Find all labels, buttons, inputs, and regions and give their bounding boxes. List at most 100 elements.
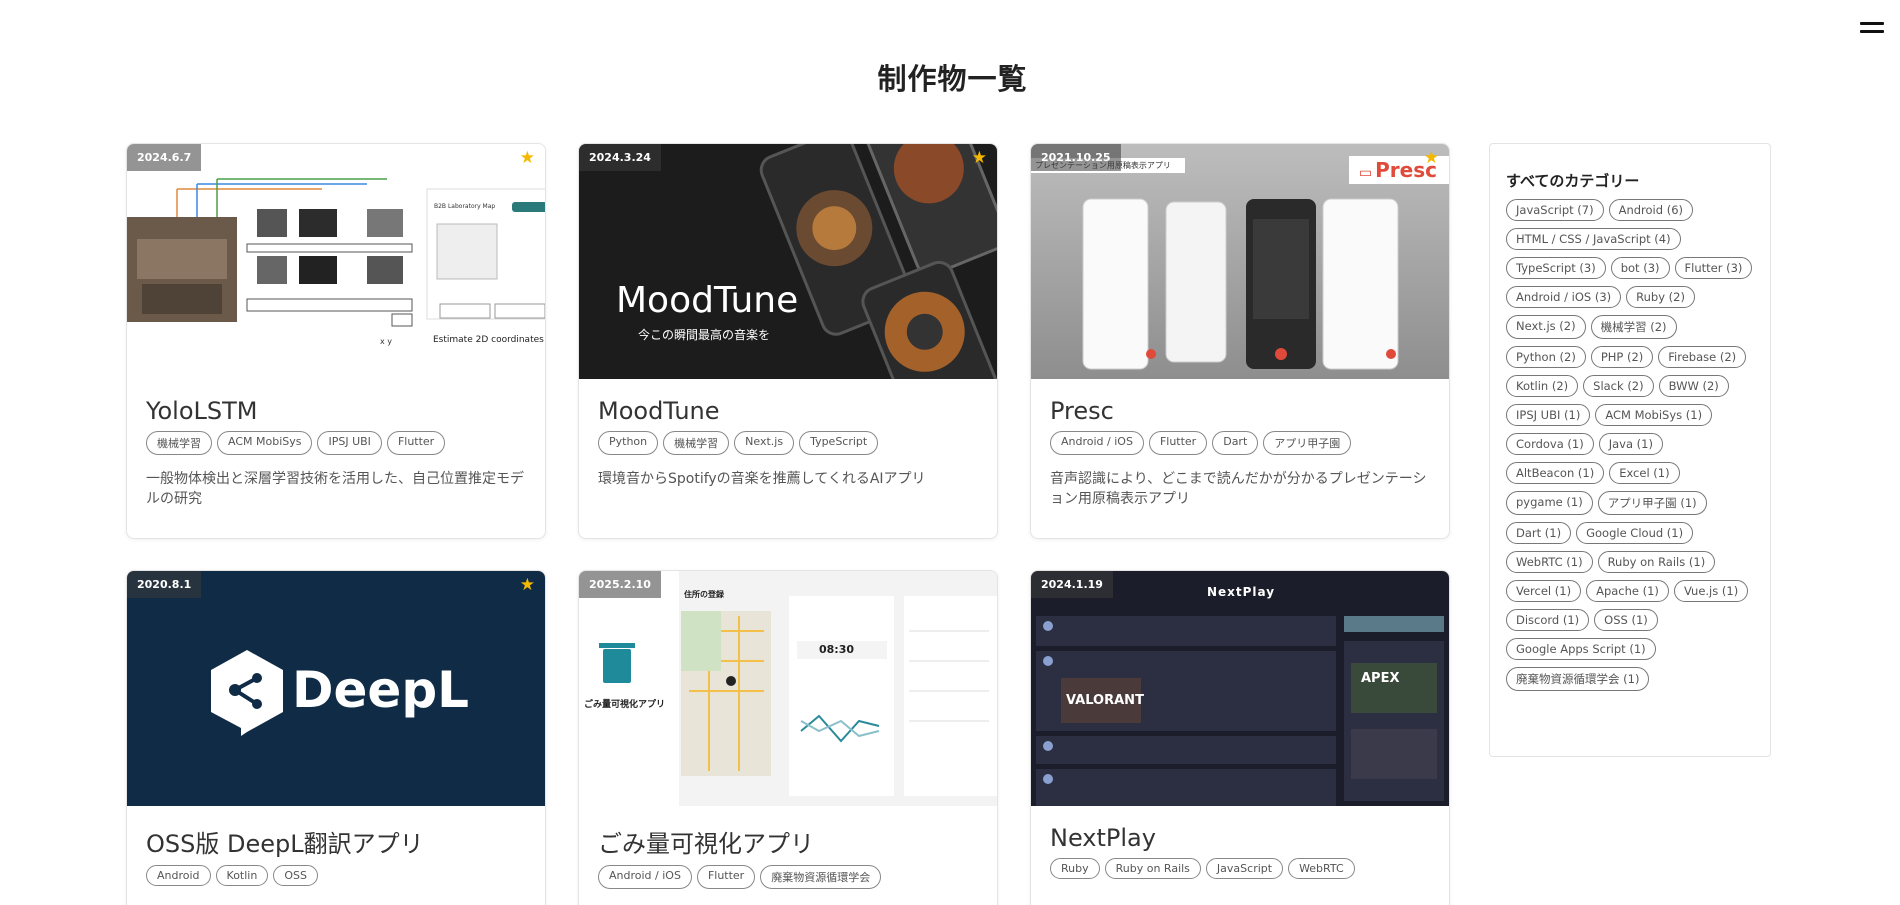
project-card-yololstm[interactable]: 2024.6.7 ★ x y B2B Laboratory Map Estima…: [126, 143, 546, 539]
category-tag[interactable]: 機械学習 (2): [1590, 315, 1677, 339]
category-tag[interactable]: Cordova (1): [1506, 433, 1594, 455]
category-tag[interactable]: JavaScript (7): [1506, 199, 1604, 221]
category-tag[interactable]: OSS (1): [1594, 609, 1658, 631]
category-tag[interactable]: Apache (1): [1586, 580, 1669, 602]
category-tag[interactable]: 廃棄物資源循環学会 (1): [1506, 667, 1650, 691]
category-tag[interactable]: TypeScript (3): [1506, 257, 1606, 279]
tag[interactable]: JavaScript: [1205, 858, 1284, 879]
game-label-valorant: VALORANT: [1066, 693, 1144, 708]
sidebar-title: すべてのカテゴリー: [1506, 172, 1640, 190]
moodtune-logo: MoodTune: [616, 280, 799, 321]
category-tag[interactable]: Flutter (3): [1674, 257, 1753, 279]
tag[interactable]: Ruby: [1050, 858, 1100, 879]
tag[interactable]: Flutter: [696, 865, 756, 889]
category-list: JavaScript (7) Android (6) HTML / CSS / …: [1506, 199, 1754, 691]
category-tag[interactable]: Vercel (1): [1506, 580, 1582, 602]
category-tag[interactable]: Excel (1): [1609, 462, 1680, 484]
tag-list: Android Kotlin OSS: [146, 865, 545, 886]
star-icon: ★: [519, 575, 535, 595]
tag[interactable]: WebRTC: [1288, 858, 1355, 879]
project-card-presc[interactable]: 2021.10.25 ★ プレゼンテーション用原稿表示アプリ ▭Presc Pr…: [1030, 143, 1450, 539]
date-badge: 2024.1.19: [1031, 571, 1113, 598]
project-thumbnail: 2021.10.25 ★ プレゼンテーション用原稿表示アプリ ▭Presc: [1031, 144, 1449, 379]
date-badge: 2020.8.1: [127, 571, 202, 598]
category-tag[interactable]: Ruby on Rails (1): [1597, 551, 1716, 573]
card-title: Presc: [1050, 397, 1114, 425]
hamburger-menu-icon[interactable]: [1858, 18, 1886, 40]
tag[interactable]: IPSJ UBI: [317, 431, 382, 455]
category-tag[interactable]: Kotlin (2): [1506, 375, 1579, 397]
tag-list: Android / iOS Flutter 廃棄物資源循環学会: [598, 865, 997, 889]
tag[interactable]: ACM MobiSys: [217, 431, 313, 455]
tag[interactable]: Flutter: [1148, 431, 1208, 455]
category-tag[interactable]: Java (1): [1598, 433, 1663, 455]
category-tag[interactable]: Dart (1): [1506, 522, 1572, 544]
category-tag[interactable]: Slack (2): [1583, 375, 1654, 397]
category-tag[interactable]: IPSJ UBI (1): [1506, 404, 1591, 426]
category-tag[interactable]: PHP (2): [1590, 346, 1654, 368]
card-title: NextPlay: [1050, 824, 1156, 852]
project-thumbnail: 2024.6.7 ★ x y B2B Laboratory Map Estima…: [127, 144, 545, 379]
category-tag[interactable]: アプリ甲子園 (1): [1597, 491, 1707, 515]
thumb-caption: Estimate 2D coordinates (x, y): [433, 335, 545, 345]
tag[interactable]: Ruby on Rails: [1104, 858, 1201, 879]
tag[interactable]: 廃棄物資源循環学会: [760, 865, 882, 889]
project-card-moodtune[interactable]: 2024.3.24 ★ MoodTune 今この瞬間最高の音楽を MoodTun…: [578, 143, 998, 539]
tag[interactable]: 機械学習: [146, 431, 212, 455]
project-card-nextplay[interactable]: 2024.1.19 NextPlay VALORANT APEX NextPla…: [1030, 570, 1450, 905]
tag[interactable]: Kotlin: [215, 865, 269, 886]
tag[interactable]: Python: [598, 431, 659, 455]
category-tag[interactable]: BWW (2): [1658, 375, 1729, 397]
category-tag[interactable]: Ruby (2): [1626, 286, 1695, 308]
app-name-label: ごみ量可視化アプリ: [584, 700, 666, 710]
category-tag[interactable]: bot (3): [1610, 257, 1670, 279]
tag[interactable]: 機械学習: [663, 431, 730, 455]
svg-text:x y: x y: [380, 337, 392, 346]
card-title: OSS版 DeepL翻訳アプリ: [146, 830, 424, 858]
tag-list: Android / iOS Flutter Dart アプリ甲子園: [1050, 431, 1449, 455]
tag[interactable]: Android / iOS: [1050, 431, 1144, 455]
category-tag[interactable]: Google Cloud (1): [1576, 522, 1694, 544]
card-description: 音声認識により、どこまで読んだかが分かるプレゼンテーション用原稿表示アプリ: [1050, 471, 1427, 508]
project-thumbnail: 2025.2.10 ごみ量可視化アプリ 住所の登録 08:30: [579, 571, 997, 806]
tag[interactable]: Flutter: [386, 431, 446, 455]
moodtune-tagline: 今この瞬間最高の音楽を: [638, 328, 771, 342]
project-card-gomi[interactable]: 2025.2.10 ごみ量可視化アプリ 住所の登録 08:30 ごみ量可視化アプ…: [578, 570, 998, 905]
category-tag[interactable]: Google Apps Script (1): [1506, 638, 1656, 660]
tag-list: Python 機械学習 Next.js TypeScript: [598, 431, 997, 455]
date-badge: 2021.10.25: [1031, 144, 1121, 171]
star-icon: ★: [1423, 148, 1439, 168]
category-tag[interactable]: Firebase (2): [1658, 346, 1747, 368]
tag[interactable]: Next.js: [734, 431, 795, 455]
tag[interactable]: Android / iOS: [598, 865, 692, 889]
date-badge: 2025.2.10: [579, 571, 661, 598]
category-tag[interactable]: AltBeacon (1): [1506, 462, 1605, 484]
star-icon: ★: [519, 148, 535, 168]
category-tag[interactable]: ACM MobiSys (1): [1595, 404, 1713, 426]
category-tag[interactable]: Python (2): [1506, 346, 1586, 368]
tag[interactable]: Android: [146, 865, 211, 886]
project-thumbnail: 2020.8.1 ★ DeepL: [127, 571, 545, 806]
tag[interactable]: Dart: [1212, 431, 1259, 455]
category-tag[interactable]: WebRTC (1): [1506, 551, 1593, 573]
deepl-logo: DeepL: [292, 661, 469, 719]
card-title: MoodTune: [598, 397, 720, 425]
star-icon: ★: [971, 148, 987, 168]
tag[interactable]: OSS: [273, 865, 318, 886]
category-tag[interactable]: Next.js (2): [1506, 315, 1586, 339]
category-tag[interactable]: HTML / CSS / JavaScript (4): [1506, 228, 1681, 250]
tag[interactable]: TypeScript: [799, 431, 879, 455]
category-tag[interactable]: Android / iOS (3): [1506, 286, 1622, 308]
category-tag[interactable]: Android (6): [1608, 199, 1694, 221]
tag-list: Ruby Ruby on Rails JavaScript WebRTC: [1050, 858, 1449, 879]
date-badge: 2024.6.7: [127, 144, 202, 171]
tag[interactable]: アプリ甲子園: [1263, 431, 1352, 455]
project-card-deepl[interactable]: 2020.8.1 ★ DeepL OSS版 DeepL翻訳アプリ Android…: [126, 570, 546, 905]
map-title: B2B Laboratory Map: [434, 203, 495, 210]
map-title-label: 住所の登録: [684, 590, 724, 599]
page-title: 制作物一覧: [877, 62, 1028, 96]
category-tag[interactable]: Discord (1): [1506, 609, 1590, 631]
tag-list: 機械学習 ACM MobiSys IPSJ UBI Flutter: [146, 431, 545, 455]
category-tag[interactable]: Vue.js (1): [1673, 580, 1749, 602]
category-tag[interactable]: pygame (1): [1506, 491, 1593, 515]
